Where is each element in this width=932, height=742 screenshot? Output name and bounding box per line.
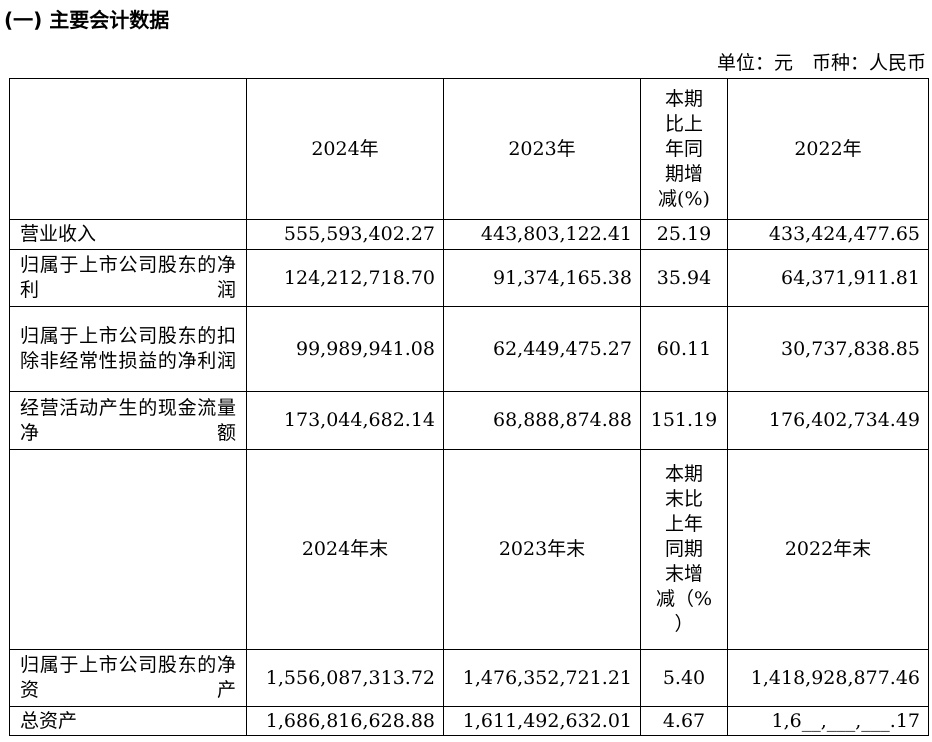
header-change-line: 末增 [664,563,703,585]
value-2024: 555,593,402.27 [246,219,444,250]
header-change-line: 比上 [664,112,703,135]
unit-currency-note: 单位：元 币种：人民币 [716,52,926,74]
key-accounting-data-table: 2024年 2023年 本期 比上 年同 期增 减(%) 2022年 营业收入 … [9,78,929,736]
header-blank-cell [9,449,247,650]
value-change: 60.11 [640,306,728,392]
header-change-line: 减（% [655,588,713,610]
table-row: 经营活动产生的现金流量净额 173,044,682.14 68,888,874.… [9,391,929,450]
value-2024: 124,212,718.70 [246,249,444,307]
row-label: 归属于上市公司股东的净资产 [9,649,247,707]
header-2022-end: 2022年末 [727,449,929,650]
header-2024-end: 2024年末 [246,449,444,650]
header-2022: 2022年 [727,78,929,220]
header-change-line: 期增 [664,162,703,185]
header-row-period-end: 2024年末 2023年末 本期 末比 上年 同期 末增 减（% ） 2022年… [9,449,929,650]
row-label: 经营活动产生的现金流量净额 [9,391,247,450]
value-change: 25.19 [640,219,728,250]
header-change-line: 年同 [664,137,703,160]
value-2023: 68,888,874.88 [443,391,641,450]
row-label: 营业收入 [9,219,247,250]
value-2023: 91,374,165.38 [443,249,641,307]
header-change-pct: 本期 比上 年同 期增 减(%) [640,78,728,220]
table-row: 总资产 1,686,816,628.88 1,611,492,632.01 4.… [9,706,929,736]
value-2022: 30,737,838.85 [727,306,929,392]
header-change-line: ） [674,613,694,635]
value-2023: 443,803,122.41 [443,219,641,250]
header-change-pct-end: 本期 末比 上年 同期 末增 减（% ） [640,449,728,650]
header-2024: 2024年 [246,78,444,220]
table-row: 归属于上市公司股东的净利润 124,212,718.70 91,374,165.… [9,249,929,307]
table-row: 归属于上市公司股东的扣除非经常性损益的净利润 99,989,941.08 62,… [9,306,929,392]
value-2024: 1,556,087,313.72 [246,649,444,707]
header-change-line: 末比 [664,488,703,510]
header-change-line: 本期 [664,463,703,485]
value-2022: 1,418,928,877.46 [727,649,929,707]
value-2022: 433,424,477.65 [727,219,929,250]
value-2022: 1,6__,___,___.17 [727,706,929,736]
header-change-line: 减(%) [658,187,710,210]
value-2022: 64,371,911.81 [727,249,929,307]
value-change: 4.67 [640,706,728,736]
header-2023: 2023年 [443,78,641,220]
row-label: 归属于上市公司股东的扣除非经常性损益的净利润 [9,306,247,392]
value-2024: 99,989,941.08 [246,306,444,392]
value-change: 5.40 [640,649,728,707]
header-change-line: 同期 [664,538,703,560]
value-2024: 1,686,816,628.88 [246,706,444,736]
table-row: 营业收入 555,593,402.27 443,803,122.41 25.19… [9,219,929,250]
value-2022: 176,402,734.49 [727,391,929,450]
header-change-line: 本期 [664,87,703,110]
header-row-period: 2024年 2023年 本期 比上 年同 期增 减(%) 2022年 [9,78,929,220]
value-2023: 1,611,492,632.01 [443,706,641,736]
value-change: 35.94 [640,249,728,307]
value-2023: 1,476,352,721.21 [443,649,641,707]
value-2024: 173,044,682.14 [246,391,444,450]
value-change: 151.19 [640,391,728,450]
header-blank-cell [9,78,247,220]
header-change-line: 上年 [664,513,703,535]
section-title: (一) 主要会计数据 [4,8,170,32]
row-label: 归属于上市公司股东的净利润 [9,249,247,307]
table-row: 归属于上市公司股东的净资产 1,556,087,313.72 1,476,352… [9,649,929,707]
row-label: 总资产 [9,706,247,736]
value-2023: 62,449,475.27 [443,306,641,392]
header-2023-end: 2023年末 [443,449,641,650]
